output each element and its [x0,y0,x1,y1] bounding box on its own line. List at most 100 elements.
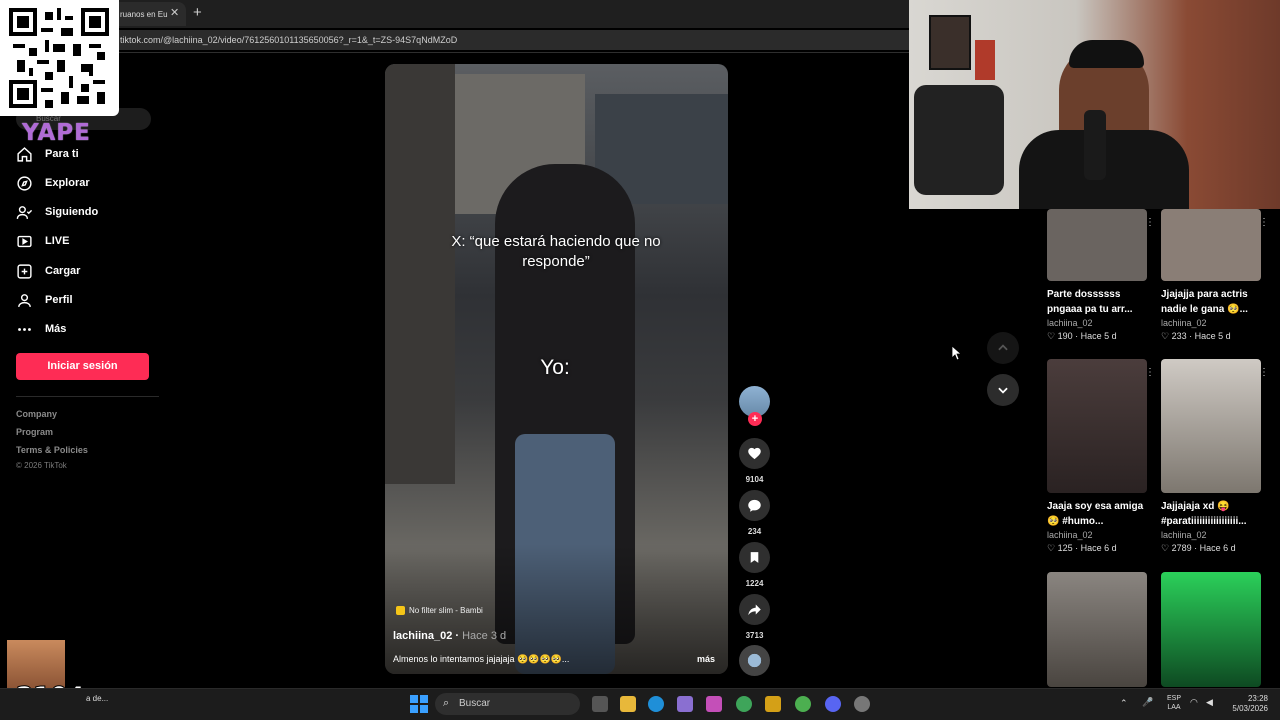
share-icon[interactable] [739,594,770,625]
card-options-icon[interactable]: ⋮ [1259,367,1269,378]
card-time: Hace 5 d [1194,331,1231,341]
settings-icon[interactable] [854,696,870,712]
save-count: 1224 [745,579,764,588]
sidebar-item-label: Cargar [45,265,81,277]
sidebar-divider [16,396,159,397]
grid-card[interactable]: ⋮ Jajjajaja xd 😝 #paratiiiiiiiiiiiiiiiii… [1161,359,1269,554]
grid-card[interactable]: ⋮ Jaaja soy esa amiga 🥺 #humo... lachiin… [1047,359,1155,554]
url-text: tiktok.com/@lachiina_02/video/7612560101… [120,35,458,45]
windows-start-icon[interactable] [410,695,428,713]
close-tab-icon[interactable]: ✕ [170,6,179,19]
grid-thumbnail[interactable] [1161,572,1261,687]
comment-icon[interactable] [739,490,770,521]
divider [0,52,910,53]
card-user[interactable]: lachiina_02 [1047,318,1147,328]
grid-card[interactable]: ⋮ Parte dossssss pngaaa pa tu arr... lac… [1047,209,1155,342]
card-likes: 190 [1057,331,1073,341]
wifi-icon[interactable]: ◠ [1190,697,1198,708]
music-tag[interactable]: No filter slim - Bambi [396,606,483,615]
like-count: 9104 [745,475,764,484]
card-options-icon[interactable]: ⋮ [1145,217,1155,228]
chevron-up-icon[interactable]: ⌃ [1120,698,1128,709]
sidebar-item-mas[interactable]: Más [16,318,66,340]
share-action[interactable]: 3713 [739,594,770,640]
streamer-face-overlay [7,640,65,688]
music-disc-icon[interactable] [739,645,770,676]
more-description-button[interactable]: más [697,654,715,664]
bookmark-icon[interactable] [739,542,770,573]
chrome-profile-icon[interactable] [795,696,811,712]
card-time: Hace 6 d [1080,543,1117,553]
app-icon[interactable] [677,696,693,712]
profile-icon [18,293,31,307]
sidebar-item-siguiendo[interactable]: Siguiendo [16,201,98,223]
taskbar-app-label[interactable]: a de... [86,694,108,703]
taskbar-search-input[interactable]: Buscar [435,693,580,715]
volume-icon[interactable]: ◀ [1206,697,1213,708]
taskbar-search-placeholder: Buscar [459,698,491,709]
sidebar-item-cargar[interactable]: Cargar [16,260,80,282]
upload-icon [17,263,32,279]
file-explorer-icon[interactable] [620,696,636,712]
sidebar-item-perfil[interactable]: Perfil [16,289,73,311]
wall-poster [929,15,971,70]
login-button[interactable]: Iniciar sesión [16,353,149,380]
grid-thumbnail[interactable] [1161,209,1261,281]
footer-link-program[interactable]: Program [16,427,53,437]
grid-thumbnail[interactable] [1161,359,1261,493]
microphone-icon[interactable]: 🎤 [1142,697,1153,708]
card-likes: 233 [1171,331,1187,341]
copilot-icon[interactable] [706,696,722,712]
edge-icon[interactable] [648,696,664,712]
taskbar-clock[interactable]: 23:28 5/03/2026 [1228,694,1268,714]
music-label: No filter slim - Bambi [409,606,483,615]
author-name: lachiina_02 [393,630,453,642]
sidebar-item-explorar[interactable]: Explorar [16,172,90,194]
footer-link-terms[interactable]: Terms & Policies [16,445,88,455]
like-action[interactable]: 9104 [739,438,770,484]
app-icon[interactable] [765,696,781,712]
wall-poster [975,40,995,80]
sidebar-item-para-ti[interactable]: Para ti [16,143,79,165]
discord-icon[interactable] [825,696,841,712]
language-indicator[interactable]: ESP LAA [1165,694,1183,712]
more-icon [18,327,31,331]
footer-link-company[interactable]: Company [16,409,57,419]
music-icon [396,606,405,615]
sidebar-item-live[interactable]: LIVE [16,230,69,252]
task-view-icon[interactable] [592,696,608,712]
video-statue [385,64,455,484]
grid-thumbnail[interactable] [1047,572,1147,687]
new-tab-icon[interactable]: + [193,4,202,21]
grid-thumbnail[interactable] [1047,359,1147,493]
card-options-icon[interactable]: ⋮ [1145,367,1155,378]
grid-card[interactable] [1161,572,1261,687]
heart-icon[interactable] [739,438,770,469]
next-video-button[interactable] [987,374,1019,406]
card-meta: ♡ 190 · Hace 5 d [1047,331,1117,341]
address-bar[interactable]: tiktok.com/@lachiina_02/video/7612560101… [112,30,910,50]
previous-video-button[interactable] [987,332,1019,364]
card-title: Jaaja soy esa amiga 🥺 #humo... [1047,501,1144,527]
grid-thumbnail[interactable] [1047,209,1147,281]
webcam-overlay [909,0,1280,209]
card-options-icon[interactable]: ⋮ [1259,217,1269,228]
grid-card[interactable]: ⋮ Jjajajja para actris nadie le gana 🥺..… [1161,209,1269,342]
card-title: Parte dossssss pngaaa pa tu arr... [1047,289,1133,315]
follow-plus-icon[interactable]: + [748,412,762,426]
chrome-icon[interactable] [736,696,752,712]
video-caption-mid: Yo: [540,356,570,379]
video-author[interactable]: lachiina_02 · Hace 3 d [393,630,506,642]
video-time: Hace 3 d [462,630,507,642]
save-action[interactable]: 1224 [739,542,770,588]
sidebar-item-label: Más [45,323,67,335]
chevron-up-icon [998,344,1008,351]
card-meta: ♡ 125 · Hace 6 d [1047,543,1117,553]
card-user[interactable]: lachiina_02 [1161,318,1261,328]
card-user[interactable]: lachiina_02 [1161,530,1261,540]
grid-card[interactable] [1047,572,1147,687]
search-icon: ⌕ [443,697,450,709]
card-user[interactable]: lachiina_02 [1047,530,1147,540]
copyright: © 2026 TikTok [16,461,67,470]
comment-action[interactable]: 234 [739,490,770,536]
